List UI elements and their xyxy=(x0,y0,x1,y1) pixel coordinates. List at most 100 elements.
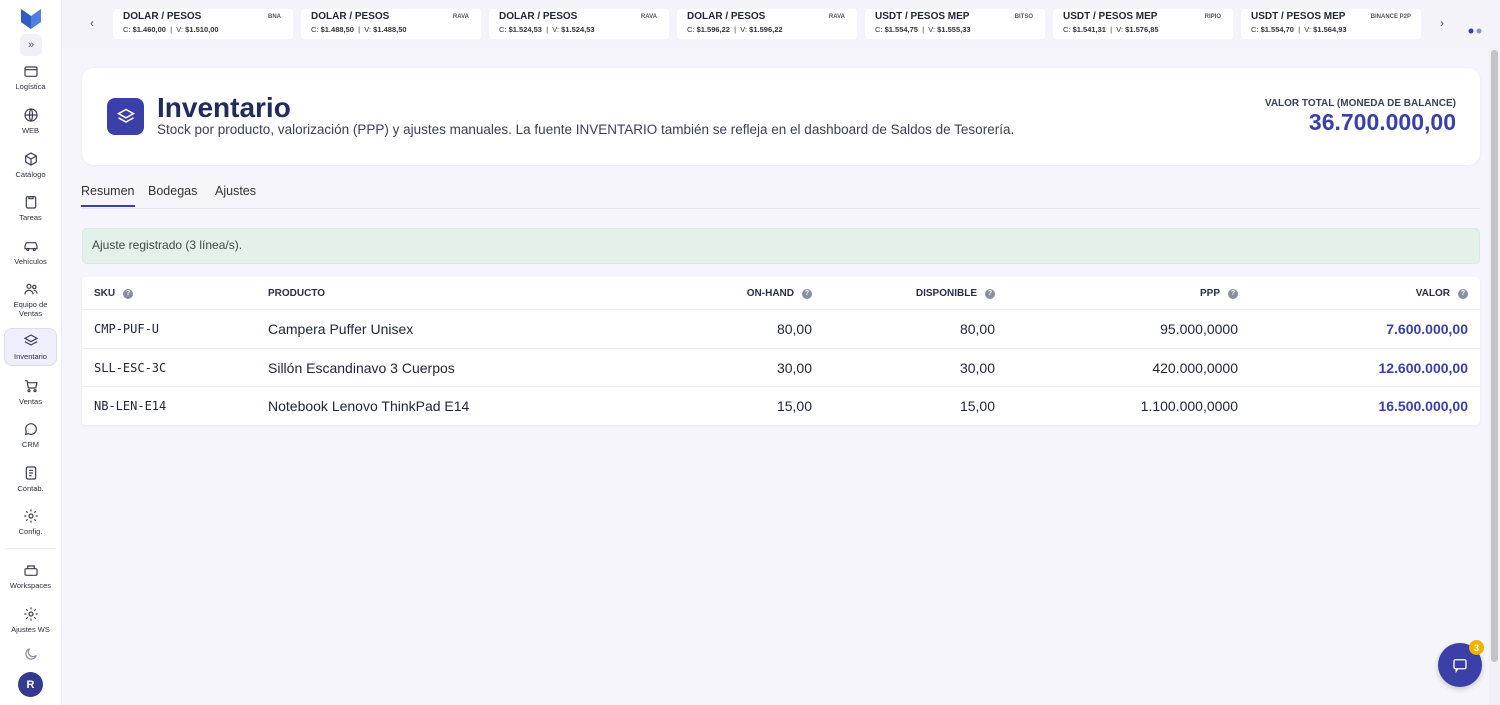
sidebar-item-inventario[interactable]: Inventario xyxy=(4,328,57,366)
total-value-label: Valor total (moneda de balance) xyxy=(1264,98,1456,109)
sidebar-item-catalogo[interactable]: Catálogo xyxy=(4,151,57,181)
sidebar-item-label: Tareas xyxy=(19,213,42,222)
page-subtitle: Stock por producto, valorización (PPP) y… xyxy=(157,122,1015,137)
page-scrollbar[interactable] xyxy=(1489,48,1500,705)
rate-card: USDT / PESOS MEP RIPIO C: $1.541,31 | V:… xyxy=(1053,9,1233,39)
sidebar-item-logistica[interactable]: Logística xyxy=(4,63,57,93)
sidebar-item-contab[interactable]: Contab. xyxy=(4,465,57,495)
rate-card: USDT / PESOS MEP BINANCE P2P C: $1.554,7… xyxy=(1241,9,1421,39)
gear-icon xyxy=(23,509,38,523)
rate-title: DOLAR / PESOS xyxy=(123,11,202,22)
tabs-divider xyxy=(81,208,1480,209)
rate-exchange: RAVA xyxy=(828,14,845,20)
rate-title: DOLAR / PESOS xyxy=(499,11,578,22)
table-row[interactable]: NB-LEN-E14 Notebook Lenovo ThinkPad E14 … xyxy=(82,386,1480,424)
chat-icon xyxy=(1453,659,1467,674)
table-row[interactable]: SLL-ESC-3C Sillón Escandinavo 3 Cuerpos … xyxy=(82,348,1480,386)
total-value: 36.700.000,00 xyxy=(1308,109,1456,135)
sidebar-item-label: Catálogo xyxy=(15,170,46,179)
sidebar-item-label: Equipo de Ventas xyxy=(13,300,48,318)
sidebar-item-label: Inventario xyxy=(14,352,47,361)
sidebar-item-ventas[interactable]: Ventas xyxy=(4,378,57,408)
onhand-cell: 15,00 xyxy=(776,398,812,414)
sidebar-item-vehiculos[interactable]: Vehículos xyxy=(4,238,57,268)
sidebar-item-label: CRM xyxy=(21,440,40,449)
sidebar-item-web[interactable]: WEB xyxy=(4,107,57,137)
rates-bar: ‹ DOLAR / PESOS BNA C: $1.460,00 | V: $1… xyxy=(62,0,1500,48)
column-header-disponible[interactable]: Disponible? xyxy=(916,288,995,299)
rates-next-button[interactable]: › xyxy=(1430,11,1454,35)
help-icon[interactable]: ? xyxy=(1458,288,1468,299)
page-header: Inventario Stock por producto, valorizac… xyxy=(82,68,1480,165)
ledger-icon xyxy=(25,466,36,480)
avatar[interactable]: R xyxy=(18,672,43,697)
collapse-sidebar-button[interactable]: » xyxy=(20,34,42,56)
sidebar-item-tareas[interactable]: Tareas xyxy=(4,194,57,224)
column-header-valor[interactable]: Valor? xyxy=(1416,288,1468,299)
value-cell: 7.600.000,00 xyxy=(1386,321,1468,337)
rate-title: DOLAR / PESOS xyxy=(311,11,390,22)
sidebar-item-equipo-ventas[interactable]: Equipo de Ventas xyxy=(4,281,57,321)
tab-bodegas[interactable]: Bodegas xyxy=(148,184,197,198)
product-cell: Notebook Lenovo ThinkPad E14 xyxy=(268,398,470,414)
sidebar-item-label: Logística xyxy=(15,82,46,91)
product-cell: Campera Puffer Unisex xyxy=(268,321,414,337)
main-content: Inventario Stock por producto, valorizac… xyxy=(62,48,1488,705)
inventory-table: SKU? Producto On-hand? Disponible? PPP? … xyxy=(82,277,1480,425)
rates-toggle-icon[interactable] xyxy=(1468,21,1482,34)
rate-values: C: $1.554,75 | V: $1.555,33 xyxy=(875,25,971,34)
chat-icon xyxy=(24,423,37,436)
rate-card: DOLAR / PESOS RAVA C: $1.596,22 | V: $1.… xyxy=(677,9,857,39)
rate-card: DOLAR / PESOS RAVA C: $1.524,53 | V: $1.… xyxy=(489,9,669,39)
rate-values: C: $1.460,00 | V: $1.510,00 xyxy=(123,25,219,34)
ppp-cell: 95.000,0000 xyxy=(1160,321,1238,337)
sidebar-item-crm[interactable]: CRM xyxy=(4,421,57,451)
layers-icon xyxy=(107,98,144,135)
column-header-onhand[interactable]: On-hand? xyxy=(747,288,812,299)
sidebar-item-workspaces[interactable]: Workspaces xyxy=(4,562,57,592)
rate-exchange: BNA xyxy=(268,14,281,20)
help-icon[interactable]: ? xyxy=(985,288,995,299)
rate-values: C: $1.488,50 | V: $1.488,50 xyxy=(311,25,407,34)
help-icon[interactable]: ? xyxy=(123,288,134,299)
rates-prev-button[interactable]: ‹ xyxy=(80,11,104,35)
tab-resumen[interactable]: Resumen xyxy=(81,184,135,207)
app-logo[interactable] xyxy=(18,6,44,32)
rate-title: DOLAR / PESOS xyxy=(687,11,766,22)
rate-exchange: RIPIO xyxy=(1204,14,1221,20)
value-cell: 16.500.000,00 xyxy=(1378,398,1468,414)
help-icon[interactable]: ? xyxy=(802,288,812,299)
help-icon[interactable]: ? xyxy=(1228,288,1238,299)
available-cell: 30,00 xyxy=(959,360,995,376)
users-icon xyxy=(23,283,38,295)
sidebar-divider xyxy=(6,548,56,549)
column-header-producto[interactable]: Producto xyxy=(268,288,325,299)
theme-toggle[interactable] xyxy=(4,646,57,664)
rate-values: C: $1.554,70 | V: $1.564,93 xyxy=(1251,25,1347,34)
sidebar-item-ajustes-ws[interactable]: Ajustes WS xyxy=(4,606,57,636)
column-header-ppp[interactable]: PPP? xyxy=(1200,288,1238,299)
rate-values: C: $1.596,22 | V: $1.596,22 xyxy=(687,25,783,34)
gear-icon xyxy=(23,607,38,621)
cart-icon xyxy=(24,380,38,393)
product-cell: Sillón Escandinavo 3 Cuerpos xyxy=(268,360,455,376)
workspace-icon xyxy=(23,565,38,576)
moon-icon xyxy=(24,648,37,660)
globe-icon xyxy=(23,108,38,122)
rate-card: DOLAR / PESOS RAVA C: $1.488,50 | V: $1.… xyxy=(301,9,481,39)
rate-card: USDT / PESOS MEP BITSO C: $1.554,75 | V:… xyxy=(865,9,1045,39)
sidebar-item-label: Ventas xyxy=(19,397,42,406)
tab-ajustes[interactable]: Ajustes xyxy=(215,184,256,198)
sidebar-item-config[interactable]: Config. xyxy=(4,508,57,538)
table-row[interactable]: CMP-PUF-U Campera Puffer Unisex 80,00 80… xyxy=(82,309,1480,347)
scrollbar-thumb[interactable] xyxy=(1491,50,1498,662)
box-icon xyxy=(23,66,38,77)
sidebar: » Logística WEB Catálogo Tareas Vehículo… xyxy=(0,0,62,705)
onhand-cell: 30,00 xyxy=(776,360,812,376)
car-icon xyxy=(23,242,38,251)
rate-values: C: $1.541,31 | V: $1.576,85 xyxy=(1063,25,1159,34)
rate-card: DOLAR / PESOS BNA C: $1.460,00 | V: $1.5… xyxy=(113,9,293,39)
rate-values: C: $1.524,53 | V: $1.524,53 xyxy=(499,25,595,34)
column-header-sku[interactable]: SKU? xyxy=(94,288,134,299)
onhand-cell: 80,00 xyxy=(776,321,812,337)
